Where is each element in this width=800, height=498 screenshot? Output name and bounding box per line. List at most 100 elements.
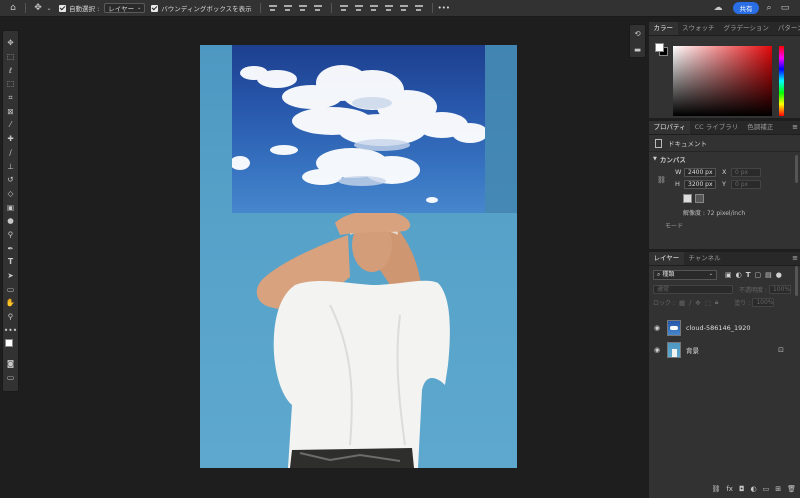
chevron-down-icon[interactable]: ⌄ — [45, 1, 53, 15]
crop-tool-icon[interactable]: ⌗ — [3, 91, 18, 105]
lock-position-icon[interactable]: ✥ — [695, 299, 700, 307]
x-input[interactable]: 0 px — [731, 167, 761, 177]
healing-brush-tool-icon[interactable]: ✚ — [3, 132, 18, 146]
rectangle-tool-icon[interactable]: ▭ — [3, 282, 18, 296]
zoom-tool-icon[interactable]: ⚲ — [3, 310, 18, 324]
move-tool-icon[interactable]: ✥ — [3, 36, 18, 50]
layer-row-background[interactable]: ◉ 背景 ⊡ — [649, 339, 800, 360]
delete-layer-icon[interactable]: 🗑︎ — [787, 485, 796, 493]
cloud-docs-icon[interactable]: ☁ — [712, 2, 724, 14]
lock-transparency-icon[interactable]: ▦ — [679, 299, 685, 307]
tab-gradients[interactable]: グラデーション — [719, 22, 773, 35]
checkbox-checked-icon[interactable] — [151, 4, 159, 12]
dodge-tool-icon[interactable]: ⚲ — [3, 228, 18, 242]
type-tool-icon[interactable]: T — [3, 255, 18, 269]
quick-mask-icon[interactable]: ◙ — [3, 357, 18, 371]
workspace-icon[interactable]: ▭ — [779, 2, 791, 14]
screen-mode-icon[interactable]: ▭ — [3, 371, 18, 385]
layer-row-cloud[interactable]: ◉ cloud-586146_1920 — [649, 317, 800, 338]
auto-select-target-dropdown[interactable]: レイヤー ⌄ — [104, 3, 146, 13]
lock-all-icon[interactable]: 🔒︎ — [715, 298, 718, 307]
blend-mode-dropdown[interactable]: 通常 — [653, 285, 733, 294]
more-options-button[interactable]: ••• — [438, 4, 450, 12]
lock-artboard-icon[interactable]: ⬚ — [705, 299, 711, 307]
align-left-icon[interactable] — [268, 4, 278, 12]
landscape-orientation-icon[interactable] — [695, 193, 704, 203]
panel-menu-icon[interactable]: ≡ — [790, 252, 800, 265]
add-mask-icon[interactable]: ◘ — [739, 485, 745, 493]
pen-tool-icon[interactable]: ✒ — [3, 241, 18, 255]
tab-patterns[interactable]: パターン — [773, 22, 800, 35]
tab-properties[interactable]: プロパティ — [649, 121, 691, 134]
tab-layers[interactable]: レイヤー — [649, 252, 684, 265]
hand-tool-icon[interactable]: ✋ — [3, 296, 18, 310]
tab-adjustments[interactable]: 色調補正 — [743, 121, 778, 134]
filter-toggle-icon[interactable]: ● — [776, 271, 782, 279]
portrait-orientation-icon[interactable] — [683, 193, 692, 203]
brush-tool-icon[interactable]: ∕ — [3, 146, 18, 160]
eye-icon[interactable]: ◉ — [649, 346, 665, 354]
align-vertical-center-icon[interactable] — [354, 4, 364, 12]
checkbox-checked-icon[interactable] — [59, 4, 66, 12]
cloud-layer-image[interactable] — [232, 45, 485, 213]
history-panel-icon[interactable]: ⟲ — [630, 25, 645, 41]
color-picker-field[interactable] — [673, 46, 772, 116]
distribute-vertical-icon[interactable] — [384, 4, 394, 12]
layers-scrollbar[interactable] — [795, 266, 798, 296]
align-top-icon[interactable] — [313, 4, 323, 12]
distribute-left-icon[interactable] — [339, 4, 349, 12]
layer-style-icon[interactable]: fx — [726, 485, 733, 493]
artboard-tool-icon[interactable]: ⬚ — [3, 50, 18, 64]
y-input[interactable]: 0 px — [731, 179, 761, 189]
align-center-icon[interactable] — [283, 4, 293, 12]
object-select-tool-icon[interactable]: ⬚ — [3, 77, 18, 91]
tab-color[interactable]: カラー — [649, 22, 678, 35]
more-tools-icon[interactable]: ••• — [3, 323, 18, 337]
tab-cc-libraries[interactable]: CC ライブラリ — [690, 121, 743, 134]
link-layers-icon[interactable]: ⛓ — [711, 485, 720, 493]
tab-swatches[interactable]: スウォッチ — [678, 22, 720, 35]
frame-tool-icon[interactable]: ⊠ — [3, 104, 18, 118]
share-button[interactable]: 共有 — [733, 2, 759, 14]
auto-select-checkbox[interactable]: 自動選択 : — [59, 3, 99, 13]
comments-panel-icon[interactable]: ▬ — [630, 41, 645, 57]
properties-scrollbar[interactable] — [795, 155, 798, 183]
distribute-horizontal-icon[interactable] — [399, 4, 409, 12]
width-input[interactable]: 2400 px — [684, 167, 716, 177]
filter-shape-icon[interactable]: ▢ — [755, 271, 762, 279]
path-select-tool-icon[interactable]: ➤ — [3, 269, 18, 283]
height-input[interactable]: 3200 px — [684, 179, 716, 189]
history-brush-tool-icon[interactable]: ↺ — [3, 173, 18, 187]
search-icon[interactable]: ⌕ — [763, 2, 775, 14]
tab-channels[interactable]: チャンネル — [684, 252, 725, 265]
new-layer-icon[interactable]: ⊞ — [775, 485, 781, 493]
clone-stamp-tool-icon[interactable]: ⊥ — [3, 159, 18, 173]
eraser-tool-icon[interactable]: ◇ — [3, 187, 18, 201]
opacity-input[interactable]: 100% — [768, 285, 791, 294]
blur-tool-icon[interactable]: ● — [3, 214, 18, 228]
gradient-tool-icon[interactable]: ▣ — [3, 200, 18, 214]
color-swatches[interactable] — [3, 337, 18, 357]
foreground-color-swatch[interactable] — [655, 43, 664, 52]
align-bottom-icon[interactable] — [369, 4, 379, 12]
filter-adjustment-icon[interactable]: ◐ — [736, 271, 742, 279]
lock-pixels-icon[interactable]: ∕ — [689, 299, 691, 307]
lasso-tool-icon[interactable]: ℓ — [3, 63, 18, 77]
panel-menu-icon[interactable]: ≡ — [790, 121, 800, 134]
adjustment-layer-icon[interactable]: ◐ — [751, 485, 757, 493]
eye-icon[interactable]: ◉ — [649, 324, 665, 332]
move-tool-icon[interactable]: ✥ — [31, 1, 45, 15]
foreground-color-swatch[interactable] — [5, 339, 13, 348]
fill-input[interactable]: 100% — [752, 298, 775, 307]
filter-smart-object-icon[interactable]: ▤ — [765, 271, 772, 279]
bounding-box-checkbox[interactable]: バウンディングボックスを表示 — [151, 3, 252, 13]
new-group-icon[interactable]: ▭ — [763, 485, 770, 493]
home-icon[interactable]: ⌂ — [6, 1, 20, 15]
link-dimensions-icon[interactable]: ⛓ — [657, 176, 666, 184]
filter-type-icon[interactable]: T — [746, 271, 751, 279]
hue-slider[interactable] — [779, 46, 784, 116]
layer-filter-dropdown[interactable]: ⌕ 種類 ⌄ — [653, 269, 717, 280]
align-right-icon[interactable] — [298, 4, 308, 12]
filter-pixel-icon[interactable]: ▣ — [725, 271, 732, 279]
eyedropper-tool-icon[interactable]: ⁄ — [3, 118, 18, 132]
